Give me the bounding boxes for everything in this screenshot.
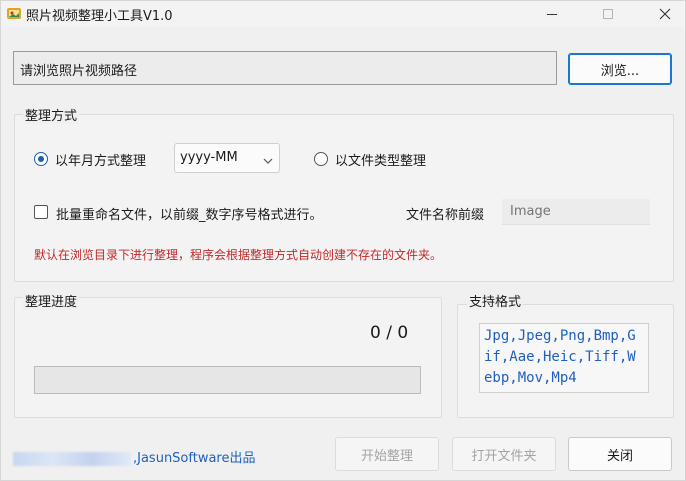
formats-legend: 支持格式 [467, 291, 524, 310]
date-format-value: yyyy-MM [180, 150, 238, 165]
progress-count: 0 / 0 [370, 323, 409, 343]
app-icon [6, 5, 22, 21]
browse-button[interactable]: 浏览... [568, 53, 672, 85]
progress-bar [34, 366, 421, 394]
date-format-select[interactable]: yyyy-MM [174, 143, 280, 173]
close-icon[interactable] [642, 1, 686, 27]
by-year-radio[interactable] [34, 152, 48, 166]
open-folder-button[interactable]: 打开文件夹 [452, 437, 556, 471]
app-window: 照片视频整理小工具V1.0 请浏览照片视频路径 浏览... 整理方式 以年月方式… [0, 0, 686, 481]
prefix-input[interactable] [502, 199, 650, 225]
rename-checkbox[interactable] [34, 205, 48, 219]
chevron-down-icon [263, 154, 273, 169]
window-title: 照片视频整理小工具V1.0 [26, 9, 173, 24]
credit-label: ,JasunSoftware出品 [133, 451, 256, 466]
minimize-icon[interactable] [529, 1, 575, 27]
by-year-label[interactable]: 以年月方式整理 [55, 150, 146, 169]
by-type-label[interactable]: 以文件类型整理 [335, 150, 426, 169]
organize-mode-legend: 整理方式 [23, 105, 80, 124]
path-field[interactable]: 请浏览照片视频路径 [13, 51, 557, 85]
credit-text: ,JasunSoftware出品 [13, 447, 256, 466]
prefix-label: 文件名称前缀 [406, 208, 485, 223]
progress-legend: 整理进度 [23, 291, 80, 310]
progress-group [14, 297, 442, 418]
maximize-icon[interactable] [585, 1, 631, 27]
info-note: 默认在浏览目录下进行整理，程序会根据整理方式自动创建不存在的文件夹。 [34, 248, 443, 262]
start-button[interactable]: 开始整理 [335, 437, 439, 471]
by-type-radio[interactable] [314, 152, 328, 166]
rename-label[interactable]: 批量重命名文件，以前缀_数字序号格式进行。 [56, 204, 323, 223]
title-bar[interactable]: 照片视频整理小工具V1.0 [1, 1, 685, 27]
redacted-text [13, 451, 131, 466]
close-button[interactable]: 关闭 [568, 437, 672, 471]
formats-list: Jpg,Jpeg,Png,Bmp,Gif,Aae,Heic,Tiff,Webp,… [479, 323, 649, 393]
